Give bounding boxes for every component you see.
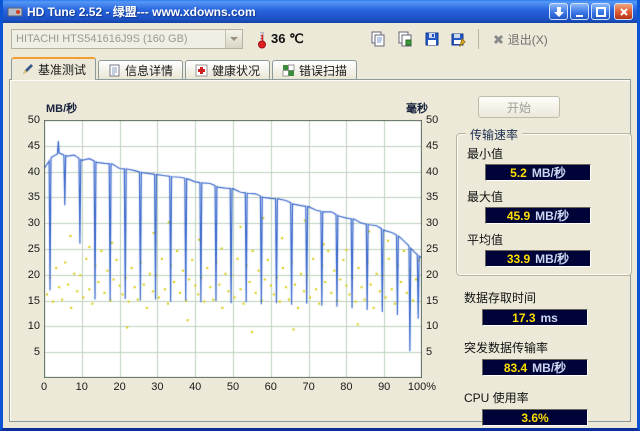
axis-tick-label: 25 <box>426 243 439 255</box>
axis-tick-label: 10 <box>27 320 40 333</box>
y-axis-left-labels: 50 45 40 35 30 25 20 15 10 5 <box>12 114 40 378</box>
axis-tick-label: 40 <box>189 381 202 393</box>
axis-tick-label: 5 <box>33 346 40 359</box>
burst-rate-value-box: 83.4 MB/秒 <box>482 359 588 376</box>
axis-tick-label: 40 <box>27 165 40 178</box>
drive-select[interactable]: HITACHI HTS541616J9S (160 GB) <box>11 29 243 49</box>
save-image-icon <box>451 33 466 47</box>
drive-select-value: HITACHI HTS541616J9S (160 GB) <box>16 33 188 45</box>
copy-icon <box>371 31 385 47</box>
burst-rate-label: 突发数据传输率 <box>464 341 549 355</box>
maximize-icon <box>595 6 606 17</box>
scan-icon <box>282 64 295 77</box>
transfer-rate-group-title: 传输速率 <box>466 126 523 143</box>
min-label: 最小值 <box>467 147 504 161</box>
axis-tick-label: 10 <box>75 381 88 393</box>
hd-tune-window: HD Tune 2.52 - 绿盟--- www.xdowns.com HITA… <box>0 0 640 431</box>
pen-icon <box>21 63 34 76</box>
minimize-button[interactable] <box>570 3 589 20</box>
tab-info-label: 信息详情 <box>125 63 174 78</box>
axis-tick-label: 30 <box>426 217 439 230</box>
avg-label: 平均值 <box>467 233 504 247</box>
axis-tick-label: 50 <box>226 381 240 393</box>
window-title: HD Tune 2.52 - 绿盟--- www.xdowns.com <box>27 5 256 19</box>
exit-x-icon <box>493 34 503 44</box>
axis-tick-label: 35 <box>426 191 439 204</box>
tab-health[interactable]: 健康状况 <box>185 60 271 79</box>
minimize-icon <box>575 14 583 17</box>
close-icon <box>619 7 628 16</box>
tab-health-label: 健康状况 <box>212 63 261 78</box>
thermometer-icon <box>257 29 267 49</box>
axis-tick-label: 40 <box>426 165 439 178</box>
titlebar[interactable]: HD Tune 2.52 - 绿盟--- www.xdowns.com <box>3 0 637 23</box>
save-image-button[interactable] <box>447 28 471 51</box>
axis-tick-label: 5 <box>426 346 433 359</box>
toolbar: HITACHI HTS541616J9S (160 GB) 36 ℃ 退出(X) <box>3 23 637 55</box>
y-axis-right-labels: 50 45 40 35 30 25 20 15 10 5 <box>426 114 454 378</box>
axis-tick-label: 15 <box>426 294 439 307</box>
transfer-rate-group: 传输速率 最小值 5.2 MB/秒 最大值 45.9 MB/秒 平均值 33.9 MB… <box>456 126 632 276</box>
cpu-usage-value-box: 3.6% <box>482 409 588 426</box>
copy-text-button[interactable] <box>366 28 390 51</box>
axis-tick-label: 50 <box>426 114 439 126</box>
toolbar-separator <box>477 29 479 49</box>
copy-image-button[interactable] <box>393 28 417 51</box>
tab-benchmark-label: 基准测试 <box>38 62 87 77</box>
min-value-box: 5.2 MB/秒 <box>485 164 591 181</box>
axis-tick-label: 20 <box>426 268 439 281</box>
axis-tick-label: 50 <box>27 114 40 126</box>
axis-tick-label: 90 <box>378 381 391 393</box>
save-text-button[interactable] <box>420 28 444 51</box>
axis-tick-label: 30 <box>151 381 164 393</box>
exit-button[interactable]: 退出(X) <box>488 29 552 50</box>
access-time-label: 数据存取时间 <box>464 291 537 305</box>
axis-tick-label: 20 <box>27 268 40 281</box>
copy-image-icon <box>398 31 412 47</box>
download-button[interactable] <box>549 3 568 20</box>
max-value-box: 45.9 MB/秒 <box>485 207 591 224</box>
results-panel: 开始 传输速率 最小值 5.2 MB/秒 最大值 45.9 MB/秒 平均值 33.… <box>454 80 636 426</box>
axis-tick-label: 70 <box>302 381 315 393</box>
benchmark-page: MB/秒 毫秒 50 45 40 35 30 25 20 15 10 5 50 45 40 35 30 25… <box>9 79 632 426</box>
axis-tick-label: 15 <box>27 294 40 307</box>
cpu-usage-label: CPU 使用率 <box>464 391 529 405</box>
axis-tick-label: 45 <box>426 139 439 152</box>
axis-tick-label: 25 <box>27 243 40 255</box>
axis-tick-label: 30 <box>27 217 40 230</box>
max-label: 最大值 <box>467 190 504 204</box>
maximize-button[interactable] <box>591 3 610 20</box>
access-time-value-box: 17.3 ms <box>482 309 588 326</box>
right-axis-title: 毫秒 <box>406 103 428 115</box>
axis-tick-label: 60 <box>264 381 277 393</box>
close-button[interactable] <box>614 3 633 20</box>
temperature-value: 36 ℃ <box>271 31 304 46</box>
start-button[interactable]: 开始 <box>478 96 560 118</box>
save-icon <box>425 32 439 46</box>
tab-error-scan[interactable]: 错误扫描 <box>272 60 358 79</box>
axis-tick-label: 80 <box>340 381 353 393</box>
health-icon <box>195 64 208 77</box>
exit-label: 退出(X) <box>507 32 548 47</box>
chevron-down-icon[interactable] <box>225 30 242 48</box>
axis-tick-label: 10 <box>426 320 439 333</box>
axis-tick-label: 0 <box>40 381 48 393</box>
tabstrip: 基准测试 信息详情 健康状况 错误扫描 <box>3 55 637 80</box>
axis-tick-label: 35 <box>27 191 40 204</box>
axis-tick-label: 100% <box>407 381 437 393</box>
tab-info[interactable]: 信息详情 <box>98 60 184 79</box>
tab-error-scan-label: 错误扫描 <box>299 63 348 78</box>
benchmark-canvas <box>44 120 422 378</box>
tab-benchmark[interactable]: 基准测试 <box>11 57 97 80</box>
app-icon <box>7 4 23 20</box>
x-axis-labels: 0 10 20 30 40 50 60 70 80 90 100% <box>40 381 436 395</box>
info-icon <box>108 64 121 77</box>
avg-value-box: 33.9 MB/秒 <box>485 250 591 267</box>
left-axis-title: MB/秒 <box>46 103 78 115</box>
axis-tick-label: 45 <box>27 139 40 152</box>
axis-tick-label: 20 <box>113 381 126 393</box>
download-icon <box>553 6 564 17</box>
